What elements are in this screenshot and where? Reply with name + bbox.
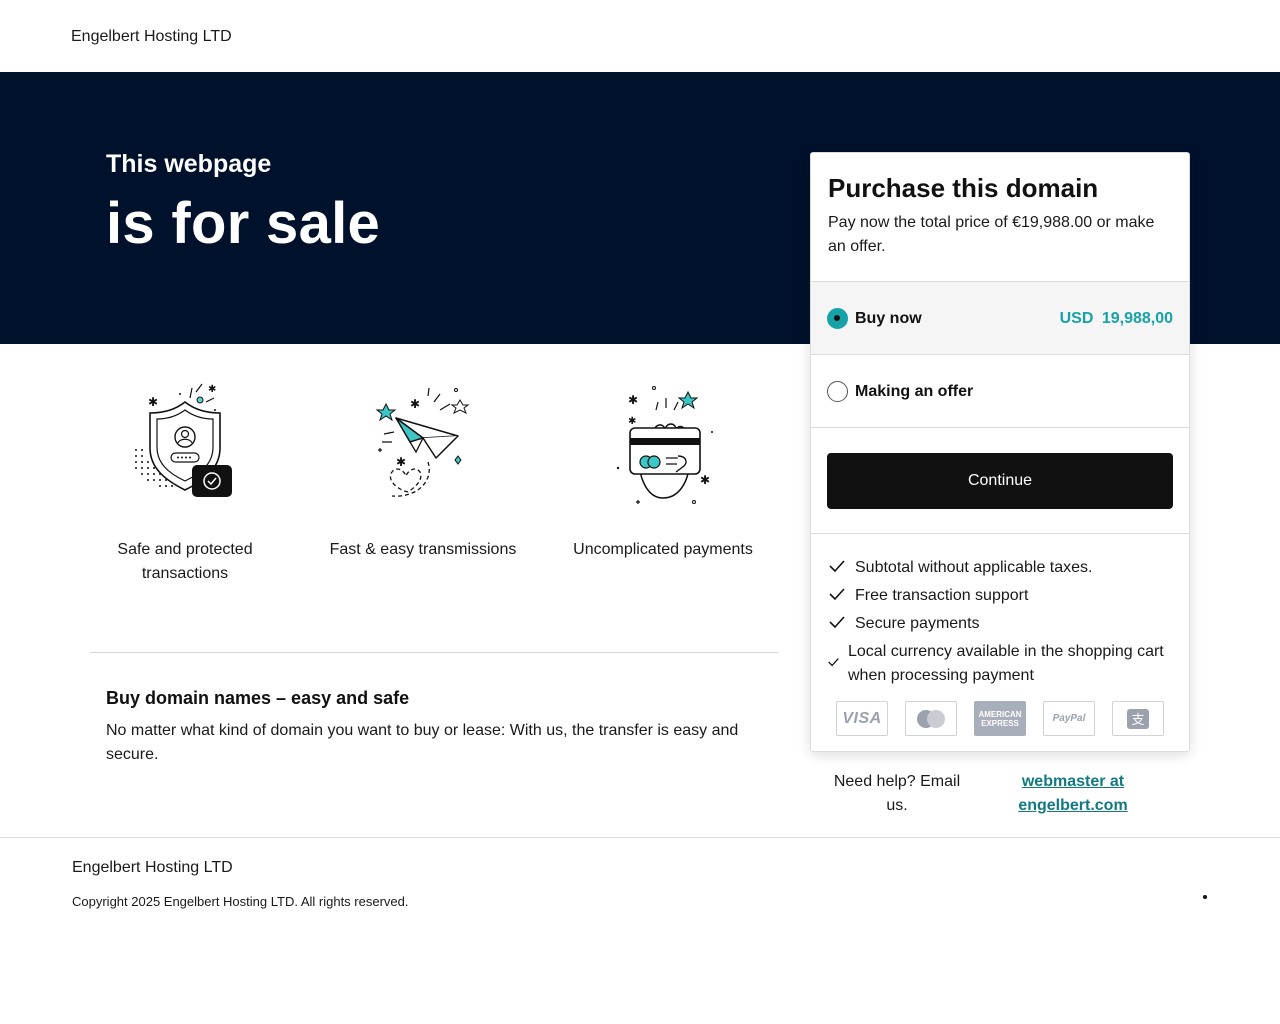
hero-subtitle: This webpage xyxy=(106,150,272,178)
footer-brand: Engelbert Hosting LTD xyxy=(72,859,233,876)
feature-label-fast: Fast & easy transmissions xyxy=(329,541,517,558)
features-section: ✱ ✱ Safe and protected transactions ✱ ✱ … xyxy=(90,380,780,610)
radio-make-offer[interactable] xyxy=(827,381,848,402)
credit-card-hand-icon: ✱ ✱ ✱ xyxy=(616,386,713,504)
brand-name[interactable]: Engelbert Hosting LTD xyxy=(71,28,232,46)
continue-section: Continue xyxy=(811,427,1189,533)
hero-title: is for sale xyxy=(106,191,381,256)
info-text: No matter what kind of domain you want t… xyxy=(106,722,739,763)
feature-payments: ✱ ✱ ✱ Uncomplicated payments xyxy=(568,380,758,562)
help-email-link[interactable]: webmaster at engelbert.com xyxy=(1010,770,1136,818)
option-buy-now-price: USD 19,988,00 xyxy=(1059,310,1173,327)
benefit-text: Secure payments xyxy=(855,615,980,632)
info-title: Buy domain names – easy and safe xyxy=(106,688,410,708)
svg-text:✱: ✱ xyxy=(628,393,638,407)
alipay-icon: 支 xyxy=(1112,701,1164,736)
benefit-item: Free transaction support xyxy=(811,584,1189,608)
payment-methods: VISA AMERICAN EXPRESS PayPal 支 xyxy=(836,701,1166,737)
checkmark-icon xyxy=(829,560,845,573)
section-divider xyxy=(90,652,778,653)
shield-icon: ✱ ✱ xyxy=(135,383,232,497)
svg-text:✱: ✱ xyxy=(628,416,636,427)
paypal-icon: PayPal xyxy=(1043,701,1095,736)
benefit-item: Secure payments xyxy=(811,612,1189,636)
continue-button[interactable]: Continue xyxy=(827,453,1173,509)
help-text: Need help? Email us. xyxy=(833,773,961,814)
footer-copyright: Copyright 2025 Engelbert Hosting LTD. Al… xyxy=(72,894,409,909)
radio-buy-now[interactable] xyxy=(827,308,848,329)
svg-text:✱: ✱ xyxy=(148,395,158,409)
footer-dot xyxy=(1203,895,1207,899)
feature-label-payments: Uncomplicated payments xyxy=(573,541,753,558)
visa-icon: VISA xyxy=(836,701,888,736)
top-bar: Engelbert Hosting LTD xyxy=(0,0,1280,72)
card-title: Purchase this domain xyxy=(828,173,1099,203)
svg-text:✱: ✱ xyxy=(410,397,420,411)
feature-fast: ✱ ✱ Fast & easy transmissions xyxy=(328,380,518,562)
benefit-text: Free transaction support xyxy=(855,587,1029,604)
benefit-text: Local currency available in the shopping… xyxy=(848,643,1164,684)
benefit-item: Subtotal without applicable taxes. xyxy=(811,556,1189,580)
svg-text:✱: ✱ xyxy=(396,455,406,469)
option-make-offer[interactable]: Making an offer xyxy=(811,354,1189,427)
option-make-offer-label: Making an offer xyxy=(855,383,974,400)
option-buy-now[interactable]: Buy now USD 19,988,00 xyxy=(811,281,1189,354)
paper-plane-icon: ✱ ✱ xyxy=(375,387,470,497)
option-buy-now-label: Buy now xyxy=(855,310,922,327)
checkmark-icon xyxy=(828,658,839,667)
purchase-card: Purchase this domain Pay now the total p… xyxy=(810,152,1190,752)
svg-text:支: 支 xyxy=(1131,713,1144,728)
feature-safe: ✱ ✱ Safe and protected transactions xyxy=(90,380,280,586)
mastercard-icon xyxy=(905,701,957,736)
svg-text:✱: ✱ xyxy=(700,473,710,487)
benefit-text: Subtotal without applicable taxes. xyxy=(855,559,1093,576)
benefit-item: Local currency available in the shopping… xyxy=(811,640,1181,688)
footer: Engelbert Hosting LTD Copyright 2025 Eng… xyxy=(0,837,1280,1024)
checkmark-icon xyxy=(829,616,845,629)
benefits-list: Subtotal without applicable taxes. Free … xyxy=(811,533,1189,692)
svg-text:✱: ✱ xyxy=(208,384,216,395)
checkmark-icon xyxy=(829,588,845,601)
feature-label-safe: Safe and protected transactions xyxy=(117,541,253,582)
amex-icon: AMERICAN EXPRESS xyxy=(974,701,1026,736)
card-description: Pay now the total price of €19,988.00 or… xyxy=(828,214,1155,255)
